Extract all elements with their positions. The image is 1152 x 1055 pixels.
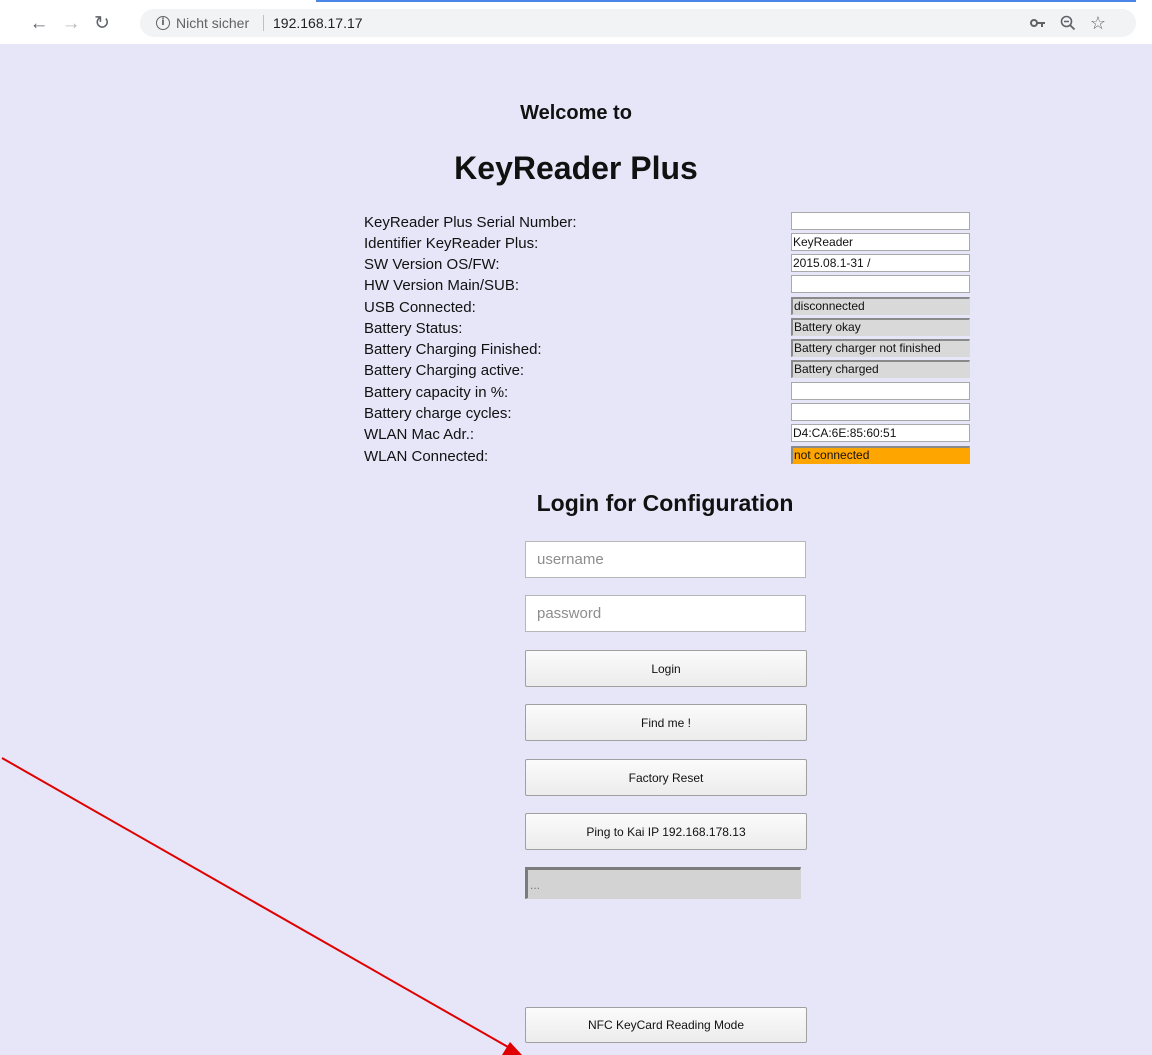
address-bar[interactable]: i Nicht sicher 192.168.17.17 ☆ — [140, 9, 1136, 37]
star-icon[interactable]: ☆ — [1088, 13, 1108, 33]
info-value — [791, 403, 970, 421]
info-value — [791, 382, 970, 400]
info-label: Battery capacity in %: — [364, 384, 509, 401]
product-title: KeyReader Plus — [454, 150, 698, 186]
info-label: WLAN Mac Adr.: — [364, 426, 475, 443]
page-content: Welcome to KeyReader Plus KeyReader Plus… — [0, 44, 1152, 1055]
info-value: Battery charged — [791, 360, 970, 378]
info-row-charging-active: Battery Charging active: Battery charged — [364, 360, 970, 381]
arrow-right-icon[interactable]: → — [60, 12, 82, 34]
info-value: 2015.08.1-31 / — [791, 254, 970, 272]
url-text[interactable]: 192.168.17.17 — [273, 15, 363, 31]
info-label: SW Version OS/FW: — [364, 256, 500, 273]
info-row-hw-version: HW Version Main/SUB: — [364, 275, 970, 296]
info-row-sw-version: SW Version OS/FW: 2015.08.1-31 / — [364, 254, 970, 275]
login-button[interactable]: Login — [525, 650, 807, 687]
info-row-charging-finished: Battery Charging Finished: Battery charg… — [364, 339, 970, 360]
status-output: ... — [525, 867, 801, 899]
info-value: disconnected — [791, 297, 970, 315]
browser-toolbar: ← → ↻ i Nicht sicher 192.168.17.17 ☆ — [0, 0, 1152, 44]
info-row-battery-status: Battery Status: Battery okay — [364, 318, 970, 339]
info-value: Battery charger not finished — [791, 339, 970, 357]
zoom-out-icon[interactable] — [1058, 13, 1078, 33]
info-label: Battery Charging active: — [364, 362, 525, 379]
find-me-button[interactable]: Find me ! — [525, 704, 807, 741]
password-input[interactable] — [525, 595, 806, 632]
key-icon[interactable] — [1028, 13, 1048, 33]
info-label: KeyReader Plus Serial Number: — [364, 214, 577, 231]
ping-button[interactable]: Ping to Kai IP 192.168.178.13 — [525, 813, 807, 850]
nfc-reading-mode-button[interactable]: NFC KeyCard Reading Mode — [525, 1007, 807, 1043]
info-row-identifier: Identifier KeyReader Plus: KeyReader — [364, 233, 970, 254]
username-input[interactable] — [525, 541, 806, 578]
welcome-heading: Welcome to — [520, 102, 632, 124]
info-icon[interactable]: i — [156, 16, 170, 30]
info-value — [791, 275, 970, 293]
info-row-usb: USB Connected: disconnected — [364, 297, 970, 318]
info-row-charge-cycles: Battery charge cycles: — [364, 403, 970, 424]
info-label: Battery charge cycles: — [364, 405, 512, 422]
insecure-label[interactable]: Nicht sicher — [176, 15, 249, 31]
info-label: HW Version Main/SUB: — [364, 277, 520, 294]
info-row-capacity: Battery capacity in %: — [364, 382, 970, 403]
info-value: D4:CA:6E:85:60:51 — [791, 424, 970, 442]
info-label: Identifier KeyReader Plus: — [364, 235, 539, 252]
info-label: WLAN Connected: — [364, 448, 489, 465]
factory-reset-button[interactable]: Factory Reset — [525, 759, 807, 796]
address-separator — [263, 15, 264, 31]
info-row-serial: KeyReader Plus Serial Number: — [364, 212, 970, 233]
reload-icon[interactable]: ↻ — [91, 12, 113, 34]
loading-bar — [316, 0, 1136, 2]
info-value — [791, 212, 970, 230]
arrow-left-icon[interactable]: ← — [28, 12, 50, 34]
info-row-wlan-mac: WLAN Mac Adr.: D4:CA:6E:85:60:51 — [364, 424, 970, 445]
info-label: Battery Status: — [364, 320, 463, 337]
info-value: not connected — [791, 446, 970, 464]
login-title: Login for Configuration — [536, 490, 794, 516]
info-row-wlan-connected: WLAN Connected: not connected — [364, 446, 970, 467]
info-label: USB Connected: — [364, 299, 476, 316]
info-value: Battery okay — [791, 318, 970, 336]
info-value: KeyReader — [791, 233, 970, 251]
info-label: Battery Charging Finished: — [364, 341, 542, 358]
